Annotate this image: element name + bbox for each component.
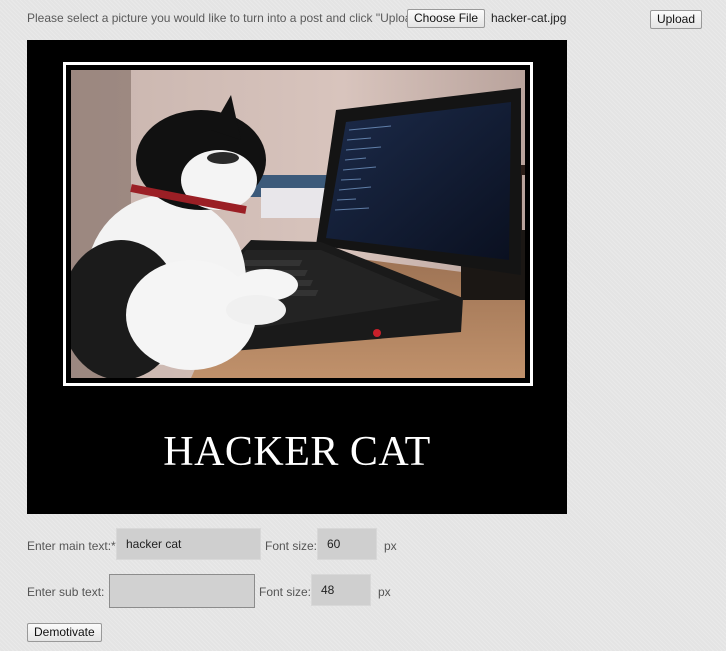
upload-instruction: Please select a picture you would like t… — [27, 11, 426, 25]
upload-bar: Please select a picture you would like t… — [27, 8, 702, 30]
poster-main-text: HACKER CAT — [163, 429, 431, 475]
sub-text-input[interactable] — [109, 574, 255, 608]
main-text-label: Enter main text:* — [27, 539, 116, 553]
selected-file-name: hacker-cat.jpg — [491, 11, 567, 25]
demotivate-button[interactable]: Demotivate — [27, 623, 102, 642]
poster-preview: HACKER CAT — [27, 40, 567, 514]
main-font-size-label: Font size: — [265, 539, 318, 553]
choose-file-button[interactable]: Choose File — [407, 9, 486, 28]
upload-button[interactable]: Upload — [649, 10, 702, 29]
cat-laptop-photo — [71, 70, 525, 378]
main-font-size-unit: px — [384, 539, 397, 553]
sub-font-size-input[interactable] — [311, 574, 371, 606]
poster-frame — [63, 62, 533, 386]
sub-font-size-unit: px — [378, 585, 391, 599]
main-font-size-input[interactable] — [317, 528, 377, 560]
main-text-input[interactable] — [116, 528, 261, 560]
sub-font-size-label: Font size: — [259, 585, 312, 599]
sub-text-label: Enter sub text: — [27, 585, 105, 599]
